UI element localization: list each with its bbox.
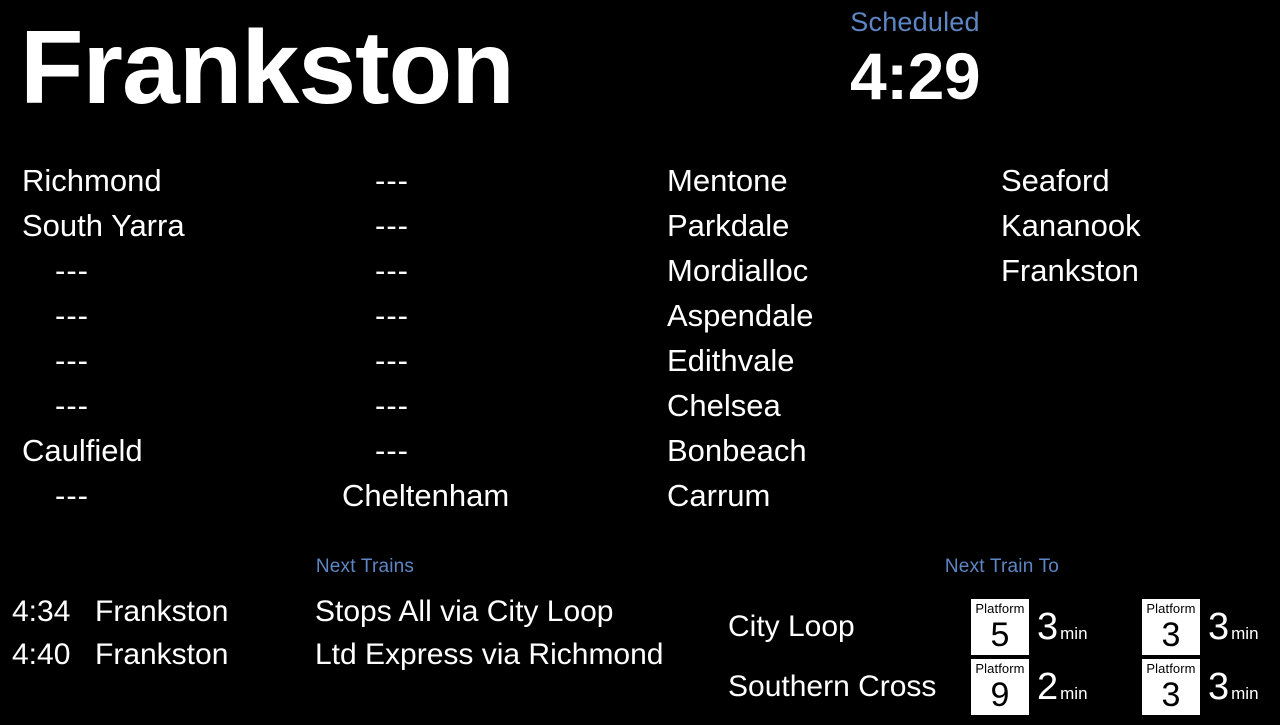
eta-unit: min bbox=[1060, 624, 1088, 643]
stop-cell bbox=[1001, 383, 1280, 428]
next-train-to-destination: City Loop bbox=[728, 610, 855, 643]
stop-cell: Carrum bbox=[667, 478, 771, 513]
eta: 3 min bbox=[1208, 597, 1259, 657]
stop-cell: Edithvale bbox=[667, 343, 795, 378]
stopping-pattern-column-3: Mentone Parkdale Mordialloc Aspendale Ed… bbox=[667, 158, 987, 518]
stop-cell: Cheltenham bbox=[342, 478, 510, 513]
platform-number: 3 bbox=[1161, 676, 1181, 714]
next-train-destination: Frankston bbox=[95, 594, 229, 628]
stop-cell: --- bbox=[55, 478, 89, 513]
stopping-pattern-column-1: Richmond South Yarra --- --- --- --- Cau… bbox=[22, 158, 342, 518]
stop-cell: --- bbox=[375, 163, 409, 198]
eta-unit: min bbox=[1060, 684, 1088, 703]
stop-cell: --- bbox=[375, 388, 409, 423]
platform-number: 9 bbox=[990, 676, 1010, 714]
eta: 3 min bbox=[1208, 657, 1259, 717]
stop-cell bbox=[1001, 428, 1280, 473]
platform-badge: Platform 9 bbox=[971, 659, 1029, 715]
next-train-to-panel: Next Train To City Loop Platform 5 3 min … bbox=[700, 556, 1280, 720]
eta-minutes: 3 bbox=[1208, 666, 1230, 708]
stop-cell: Bonbeach bbox=[667, 433, 807, 468]
platform-word: Platform bbox=[975, 661, 1025, 676]
stop-cell: --- bbox=[375, 253, 409, 288]
stop-cell: Kananook bbox=[1001, 208, 1141, 243]
platform-badge: Platform 5 bbox=[971, 599, 1029, 655]
next-train-destination: Frankston bbox=[95, 637, 229, 671]
stop-cell bbox=[1001, 293, 1280, 338]
next-train-to-row: Southern Cross Platform 9 2 min Platform … bbox=[700, 657, 1280, 717]
next-train-to-destination: Southern Cross bbox=[728, 670, 937, 703]
station-title: Frankston bbox=[20, 10, 515, 126]
stop-cell: Frankston bbox=[1001, 253, 1139, 288]
next-train-row: 4:40 Frankston Ltd Express via Richmond bbox=[0, 633, 700, 676]
stop-cell: South Yarra bbox=[22, 208, 185, 243]
next-train-time: 4:34 bbox=[12, 594, 71, 628]
next-trains-list: 4:34 Frankston Stops All via City Loop 4… bbox=[0, 590, 700, 676]
platform-number: 5 bbox=[990, 616, 1010, 654]
stop-cell: Mordialloc bbox=[667, 253, 809, 288]
platform-word: Platform bbox=[1146, 601, 1196, 616]
stop-cell: Seaford bbox=[1001, 163, 1110, 198]
eta-unit: min bbox=[1231, 684, 1259, 703]
scheduled-label: Scheduled bbox=[850, 7, 980, 37]
scheduled-block: Scheduled 4:29 bbox=[790, 7, 1040, 114]
next-train-description: Stops All via City Loop bbox=[315, 594, 614, 628]
stop-cell: --- bbox=[55, 298, 89, 333]
next-train-description: Ltd Express via Richmond bbox=[315, 637, 664, 671]
next-trains-panel: Next Trains 4:34 Frankston Stops All via… bbox=[0, 556, 700, 676]
next-trains-label: Next Trains bbox=[315, 556, 415, 577]
stop-cell: --- bbox=[375, 433, 409, 468]
platform-number: 3 bbox=[1161, 616, 1181, 654]
next-train-time: 4:40 bbox=[12, 637, 71, 671]
stop-cell: --- bbox=[55, 388, 89, 423]
stop-cell: --- bbox=[375, 343, 409, 378]
eta-minutes: 3 bbox=[1037, 606, 1059, 648]
platform-badge: Platform 3 bbox=[1142, 659, 1200, 715]
next-train-to-label: Next Train To bbox=[944, 556, 1060, 577]
eta: 2 min bbox=[1037, 657, 1088, 717]
stop-cell: --- bbox=[375, 298, 409, 333]
stopping-pattern-column-2: --- --- --- --- --- --- --- Cheltenham bbox=[342, 158, 662, 518]
stopping-pattern-column-4: Seaford Kananook Frankston bbox=[1001, 158, 1280, 518]
stop-cell bbox=[1001, 338, 1280, 383]
eta-unit: min bbox=[1231, 624, 1259, 643]
platform-word: Platform bbox=[1146, 661, 1196, 676]
stop-cell: Aspendale bbox=[667, 298, 814, 333]
eta-minutes: 3 bbox=[1208, 606, 1230, 648]
scheduled-time: 4:29 bbox=[849, 38, 981, 113]
next-train-to-row: City Loop Platform 5 3 min Platform 3 3 mi… bbox=[700, 597, 1280, 657]
stop-cell: Parkdale bbox=[667, 208, 790, 243]
stop-cell bbox=[1001, 473, 1280, 518]
platform-badge: Platform 3 bbox=[1142, 599, 1200, 655]
platform-word: Platform bbox=[975, 601, 1025, 616]
stop-cell: Richmond bbox=[22, 163, 162, 198]
stop-cell: Mentone bbox=[667, 163, 788, 198]
eta: 3 min bbox=[1037, 597, 1088, 657]
stopping-pattern: Richmond South Yarra --- --- --- --- Cau… bbox=[0, 158, 1280, 523]
stop-cell: --- bbox=[375, 208, 409, 243]
stop-cell: Caulfield bbox=[22, 433, 143, 468]
stop-cell: Chelsea bbox=[667, 388, 781, 423]
eta-minutes: 2 bbox=[1037, 666, 1059, 708]
next-train-row: 4:34 Frankston Stops All via City Loop bbox=[0, 590, 700, 633]
stop-cell: --- bbox=[55, 343, 89, 378]
departure-board: Frankston Scheduled 4:29 Richmond South … bbox=[0, 0, 1280, 720]
stop-cell: --- bbox=[55, 253, 89, 288]
